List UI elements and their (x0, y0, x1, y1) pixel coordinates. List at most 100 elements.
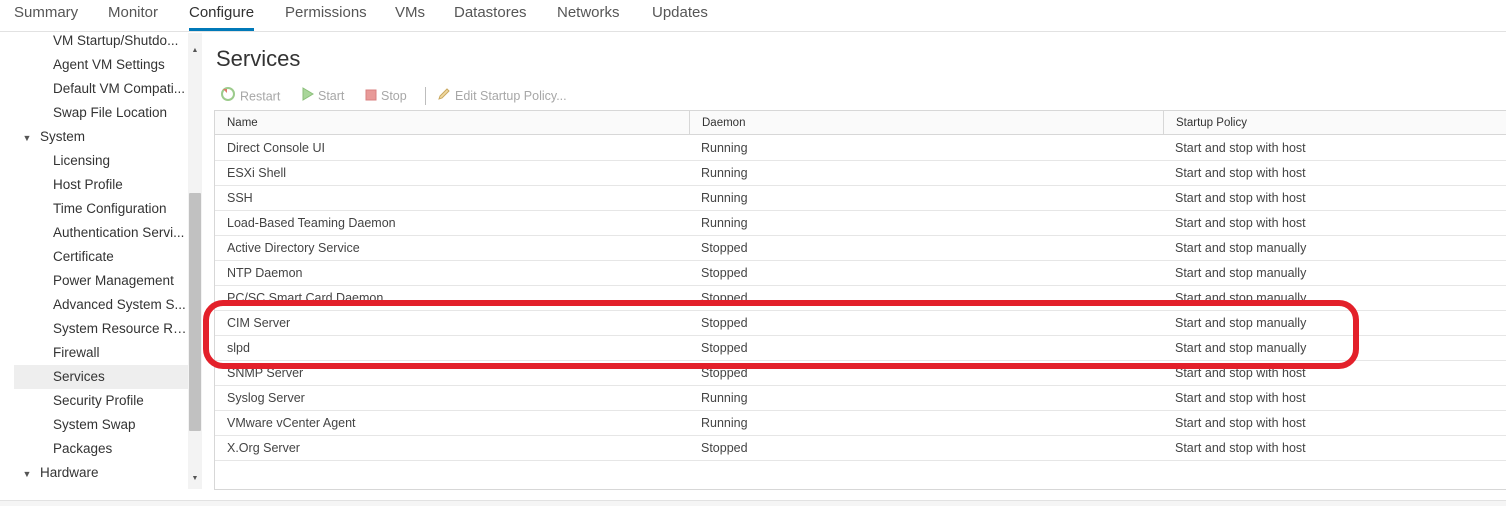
cell-startup-policy: Start and stop with host (1175, 366, 1306, 380)
nav-item-swap-file-location[interactable]: Swap File Location (14, 101, 188, 125)
scroll-down-icon[interactable]: ▼ (188, 473, 202, 485)
nav-item-agent-vm-settings[interactable]: Agent VM Settings (14, 53, 188, 77)
cell-startup-policy: Start and stop with host (1175, 416, 1306, 430)
table-row[interactable]: SSH Running Start and stop with host (215, 186, 1506, 211)
table-row[interactable]: Syslog Server Running Start and stop with … (215, 386, 1506, 411)
tab-permissions[interactable]: Permissions (285, 4, 367, 31)
nav-item-security-profile[interactable]: Security Profile (14, 389, 188, 413)
table-row[interactable]: Load-Based Teaming Daemon Running Start an… (215, 211, 1506, 236)
tab-monitor[interactable]: Monitor (108, 4, 158, 31)
nav-item-time-configuration[interactable]: Time Configuration (14, 197, 188, 221)
nav-item-firewall[interactable]: Firewall (14, 341, 188, 365)
start-label: Start (318, 89, 345, 103)
nav-item-system-swap[interactable]: System Swap (14, 413, 188, 437)
table-row[interactable]: NTP Daemon Stopped Start and stop manually (215, 261, 1506, 286)
cell-startup-policy: Start and stop manually (1175, 291, 1307, 305)
cell-daemon: Stopped (701, 291, 748, 305)
cell-startup-policy: Start and stop with host (1175, 166, 1306, 180)
column-header-name[interactable]: Name (215, 111, 689, 135)
nav-item-packages[interactable]: Packages (14, 437, 188, 461)
cell-daemon: Running (701, 416, 748, 430)
caret-down-icon[interactable]: ▼ (14, 462, 40, 485)
tab-datastores[interactable]: Datastores (454, 4, 527, 31)
tab-configure[interactable]: Configure (189, 4, 255, 31)
nav-item-system-resource-reservation[interactable]: System Resource Re... (14, 317, 188, 341)
cell-startup-policy: Start and stop with host (1175, 441, 1306, 455)
cell-daemon: Stopped (701, 266, 748, 280)
settings-nav: VM Startup/Shutdo... Agent VM Settings D… (14, 33, 202, 489)
cell-daemon: Stopped (701, 366, 748, 380)
cell-name: Load-Based Teaming Daemon (227, 216, 396, 230)
nav-item-certificate[interactable]: Certificate (14, 245, 188, 269)
stop-icon (365, 87, 377, 107)
nav-item-host-profile[interactable]: Host Profile (14, 173, 188, 197)
table-row[interactable]: CIM Server Stopped Start and stop manually (215, 311, 1506, 336)
nav-group-system[interactable]: ▼ System (14, 125, 188, 149)
cell-daemon: Stopped (701, 441, 748, 455)
tab-summary[interactable]: Summary (14, 4, 78, 31)
column-header-startup-policy[interactable]: Startup Policy (1163, 111, 1506, 135)
nav-item-power-management[interactable]: Power Management (14, 269, 188, 293)
cell-daemon: Stopped (701, 241, 748, 255)
column-header-daemon[interactable]: Daemon (689, 111, 1163, 135)
restart-icon (220, 86, 236, 108)
cell-name: slpd (227, 341, 250, 355)
tab-bar: Summary Monitor Configure Permissions VM… (0, 0, 1506, 32)
nav-item-vm-startup[interactable]: VM Startup/Shutdo... (14, 33, 188, 53)
nav-item-default-vm-compatibility[interactable]: Default VM Compati... (14, 77, 188, 101)
cell-daemon: Running (701, 141, 748, 155)
nav-item-licensing[interactable]: Licensing (14, 149, 188, 173)
cell-daemon: Running (701, 216, 748, 230)
cell-daemon: Running (701, 391, 748, 405)
cell-daemon: Running (701, 191, 748, 205)
services-grid: Name Daemon Startup Policy Direct Consol… (214, 110, 1506, 490)
play-icon (302, 86, 314, 107)
cell-startup-policy: Start and stop with host (1175, 141, 1306, 155)
table-row[interactable]: PC/SC Smart Card Daemon Stopped Start and … (215, 286, 1506, 311)
cell-startup-policy: Start and stop manually (1175, 241, 1307, 255)
nav-scrollbar[interactable]: ▲ ▼ (188, 33, 202, 489)
cell-startup-policy: Start and stop manually (1175, 316, 1307, 330)
restart-label: Restart (240, 89, 281, 104)
bottom-border (0, 500, 1506, 506)
nav-item-advanced-system-settings[interactable]: Advanced System S... (14, 293, 188, 317)
stop-button[interactable]: Stop (365, 86, 407, 106)
cell-name: PC/SC Smart Card Daemon (227, 291, 384, 305)
tab-updates[interactable]: Updates (652, 4, 708, 31)
cell-daemon: Running (701, 166, 748, 180)
table-row[interactable]: VMware vCenter Agent Running Start and sto… (215, 411, 1506, 436)
table-row[interactable]: slpd Stopped Start and stop manually (215, 336, 1506, 361)
cell-name: SNMP Server (227, 366, 304, 380)
edit-startup-policy-button[interactable]: Edit Startup Policy... (437, 86, 567, 106)
cell-name: ESXi Shell (227, 166, 287, 180)
table-row[interactable]: X.Org Server Stopped Start and stop with h… (215, 436, 1506, 461)
cell-name: Syslog Server (227, 391, 305, 405)
pencil-icon (437, 87, 451, 107)
cell-name: CIM Server (227, 316, 291, 330)
nav-item-services[interactable]: Services (14, 365, 188, 389)
nav-item-authentication-services[interactable]: Authentication Servi... (14, 221, 188, 245)
cell-startup-policy: Start and stop with host (1175, 216, 1306, 230)
restart-button[interactable]: Restart (220, 86, 280, 106)
cell-name: Active Directory Service (227, 241, 360, 255)
start-button[interactable]: Start (302, 86, 344, 106)
table-row[interactable]: Direct Console UI Running Start and stop w… (215, 136, 1506, 161)
scrollbar-thumb[interactable] (189, 193, 201, 431)
cell-daemon: Stopped (701, 316, 748, 330)
cell-startup-policy: Start and stop manually (1175, 266, 1307, 280)
cell-name: X.Org Server (227, 441, 300, 455)
cell-name: VMware vCenter Agent (227, 416, 356, 430)
tab-networks[interactable]: Networks (557, 4, 620, 31)
cell-daemon: Stopped (701, 341, 748, 355)
table-row[interactable]: Active Directory Service Stopped Start and… (215, 236, 1506, 261)
caret-down-icon[interactable]: ▼ (14, 126, 40, 149)
scroll-up-icon[interactable]: ▲ (188, 45, 202, 57)
table-row[interactable]: ESXi Shell Running Start and stop with hos… (215, 161, 1506, 186)
nav-group-label: System (40, 129, 86, 144)
tab-vms[interactable]: VMs (395, 4, 425, 31)
cell-name: Direct Console UI (227, 141, 325, 155)
cell-startup-policy: Start and stop manually (1175, 341, 1307, 355)
table-row[interactable]: SNMP Server Stopped Start and stop with ho… (215, 361, 1506, 386)
nav-group-hardware[interactable]: ▼ Hardware (14, 461, 188, 485)
cell-startup-policy: Start and stop with host (1175, 391, 1306, 405)
